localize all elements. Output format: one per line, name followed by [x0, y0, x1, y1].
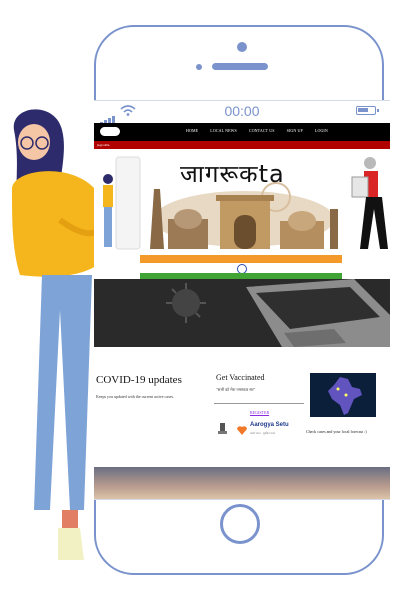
- register-link[interactable]: REGISTER: [250, 410, 269, 415]
- camera-icon: [237, 42, 247, 52]
- covid-subtitle: Keeps you updated with the current activ…: [96, 394, 174, 399]
- divider: [214, 403, 304, 404]
- speaker-grille: [212, 63, 268, 70]
- aarogya-setu-tagline: स्वस्थ भारत · सुरक्षित भारत: [250, 432, 276, 435]
- battery-icon: [356, 106, 379, 115]
- laptop-virus-graphic: [166, 279, 390, 347]
- phone-screen: 00:00 HOME LOCAL NEWS CONTACT US SIGN UP…: [94, 100, 390, 500]
- home-button[interactable]: [220, 504, 260, 544]
- nav-sign-up[interactable]: SIGN UP: [287, 128, 303, 133]
- hero-title: जागरूकta: [180, 160, 285, 188]
- alert-banner: Jagrukta: [94, 141, 390, 149]
- clock: 00:00: [224, 103, 260, 119]
- flag-saffron-stripe: [140, 255, 342, 263]
- sunset-image: [94, 467, 390, 499]
- vaccine-subtitle: "सभी को मेरा नमस्कार सर": [216, 387, 256, 392]
- nav-brand-button[interactable]: [100, 127, 120, 136]
- covid-title: COVID-19 updates: [96, 374, 182, 386]
- national-emblem-icon: [218, 423, 227, 434]
- nav-links: HOME LOCAL NEWS CONTACT US SIGN UP LOGIN: [186, 128, 339, 133]
- status-bar: 00:00: [94, 101, 390, 125]
- nav-home[interactable]: HOME: [186, 128, 198, 133]
- vaccine-title: Get Vaccinated: [216, 373, 265, 382]
- india-map-graphic: [328, 377, 362, 415]
- sensor-icon: [196, 64, 202, 70]
- nav-login[interactable]: LOGIN: [315, 128, 328, 133]
- nav-local-news[interactable]: LOCAL NEWS: [210, 128, 237, 133]
- map-caption: Check cases and your local forecast :): [306, 429, 367, 434]
- nav-contact-us[interactable]: CONTACT US: [249, 128, 275, 133]
- heart-icon: [237, 426, 247, 435]
- aarogya-setu-logo: Aarogya Setu: [250, 422, 289, 428]
